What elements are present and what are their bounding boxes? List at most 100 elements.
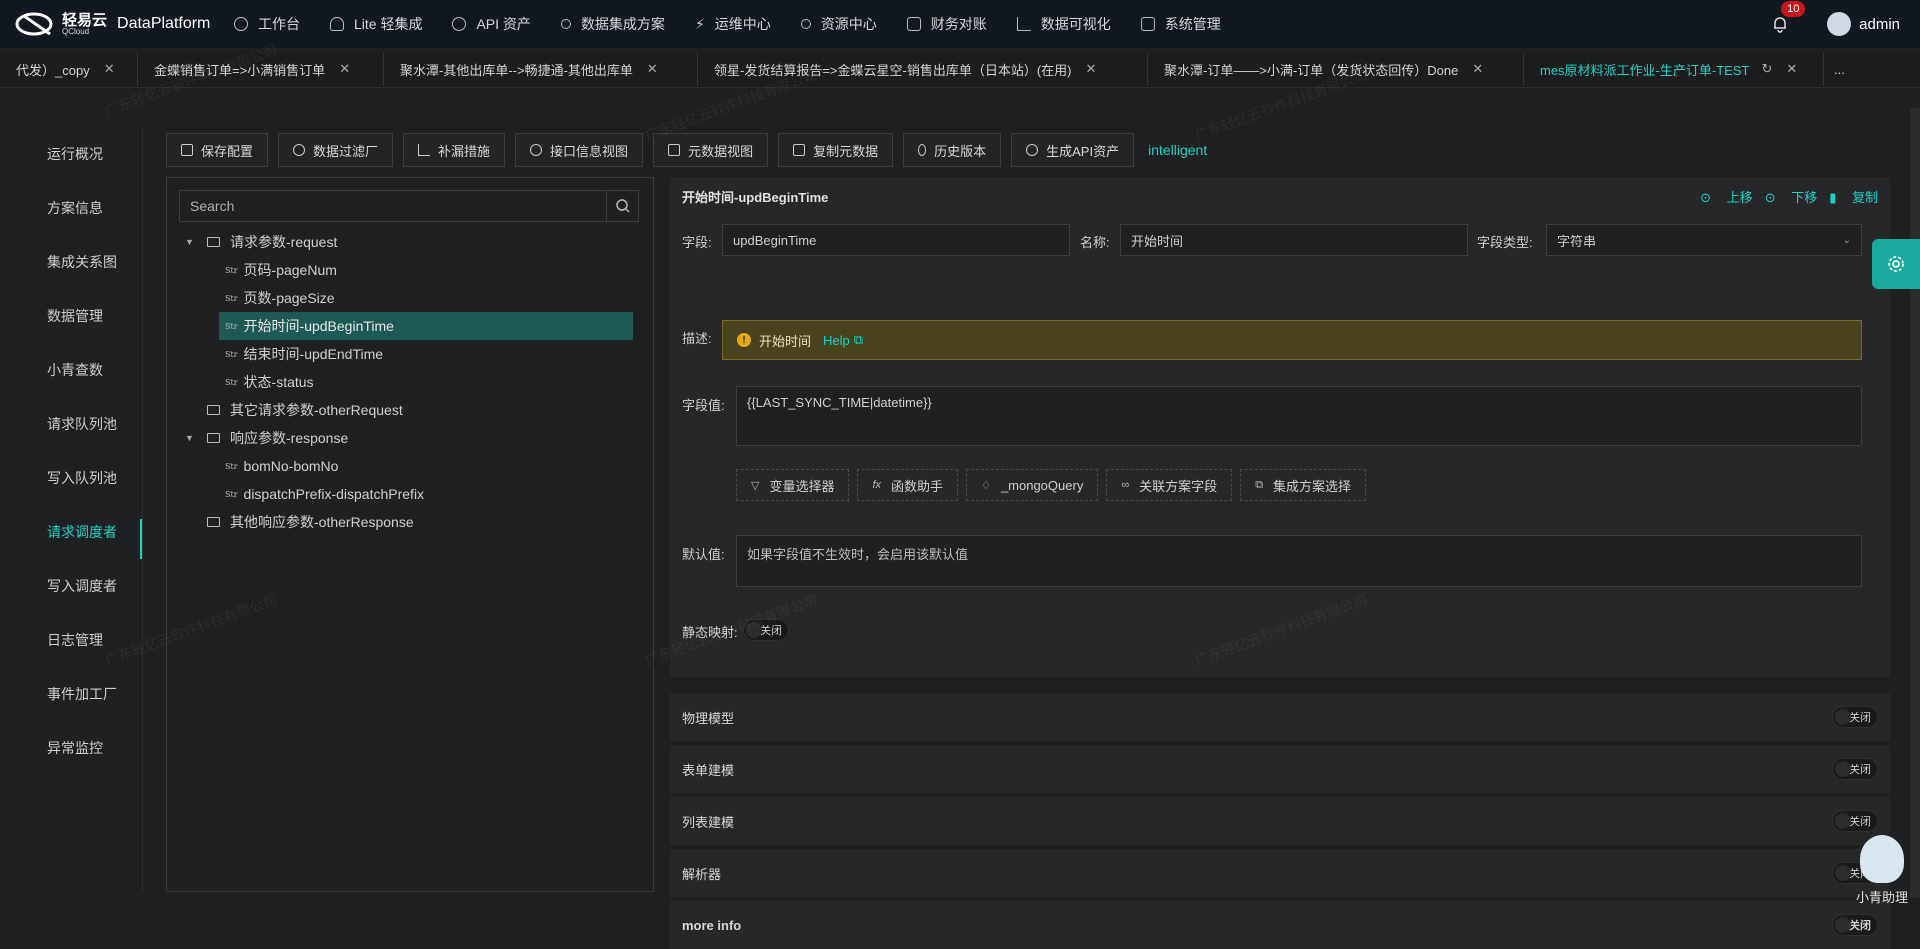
nav-item-workbench[interactable]: 工作台 (234, 14, 300, 34)
tabs-more-button[interactable]: ... (1824, 52, 1855, 86)
tree-node[interactable]: ▼ 响应参数-response (179, 424, 639, 452)
search-input[interactable] (180, 191, 606, 221)
type-select[interactable]: 字符串 ⌄ (1546, 224, 1862, 256)
default-value-textarea[interactable]: 如果字段值不生效时，会启用该默认值 (736, 535, 1862, 587)
share-icon (560, 19, 571, 29)
api-info-view-button[interactable]: 接口信息视图 (515, 133, 644, 167)
tree-node[interactable]: Str 结束时间-updEndTime (179, 340, 639, 368)
close-icon[interactable]: ✕ (1086, 61, 1097, 77)
link-plan-field-button[interactable]: ∞ 关联方案字段 (1106, 469, 1233, 501)
tab-item[interactable]: 金蝶销售订单=>小满销售订单 ✕ (138, 52, 384, 86)
function-helper-button[interactable]: fx 函数助手 (857, 469, 959, 501)
tree-node[interactable]: ▼ 请求参数-request (179, 228, 639, 256)
nav-item-system[interactable]: 系统管理 (1140, 14, 1221, 34)
close-icon[interactable]: ✕ (647, 61, 658, 77)
section-form-model[interactable]: 表单建模 关闭 (670, 745, 1890, 793)
caret-down-icon[interactable]: ▼ (185, 433, 195, 443)
sidebar-item-overview[interactable]: 运行概况 (0, 127, 142, 181)
sidebar-item-request-queue[interactable]: 请求队列池 (0, 397, 142, 451)
form-model-toggle[interactable]: 关闭 (1832, 758, 1878, 780)
history-version-button[interactable]: 历史版本 (903, 133, 1002, 167)
physical-model-toggle[interactable]: 关闭 (1832, 706, 1878, 728)
copy-button[interactable]: ▮ 复制 (1829, 187, 1878, 206)
page-scrollbar[interactable] (1910, 108, 1920, 898)
copy-metadata-button[interactable]: 复制元数据 (778, 133, 894, 167)
username[interactable]: admin (1859, 16, 1900, 33)
section-physical-model[interactable]: 物理模型 关闭 (670, 693, 1890, 741)
tab-active[interactable]: mes原材料派工作业-生产订单-TEST ↻ ✕ (1524, 52, 1824, 86)
integration-plan-picker-button[interactable]: ⧉ 集成方案选择 (1240, 469, 1367, 501)
static-mapping-toggle[interactable]: 关闭 (743, 619, 789, 641)
metadata-view-button[interactable]: 元数据视图 (653, 133, 769, 167)
tree-node[interactable]: Str 页码-pageNum (179, 256, 639, 284)
nav-item-visualization[interactable]: 数据可视化 (1016, 14, 1111, 34)
sidebar-item-data-management[interactable]: 数据管理 (0, 289, 142, 343)
field-value-textarea[interactable]: {{LAST_SYNC_TIME|datetime}} (736, 386, 1862, 446)
patch-measures-button[interactable]: 补漏措施 (403, 133, 506, 167)
move-down-button[interactable]: ⊙ 下移 (1765, 187, 1818, 206)
tree-node[interactable]: Str dispatchPrefix-dispatchPrefix (179, 480, 639, 508)
avatar[interactable] (1827, 12, 1852, 36)
tab-item[interactable]: 代发）_copy ✕ (0, 52, 138, 86)
help-link[interactable]: Help (823, 333, 850, 348)
nav-item-integration[interactable]: 数据集成方案 (560, 14, 665, 34)
nav-item-lite[interactable]: Lite 轻集成 (330, 14, 422, 34)
line-chart-icon (418, 144, 431, 156)
tab-item[interactable]: 聚水潭-订单——>小满-订单（发货状态回传）Done ✕ (1148, 52, 1524, 86)
sidebar-item-relation-graph[interactable]: 集成关系图 (0, 235, 142, 289)
nav-item-ops[interactable]: ⚡ 运维中心 (695, 14, 771, 34)
external-link-icon[interactable]: ⧉ (854, 332, 863, 348)
warning-icon: ! (737, 333, 751, 347)
sidebar-item-logs[interactable]: 日志管理 (0, 613, 142, 667)
section-more-info[interactable]: more info 关闭 (670, 901, 1890, 949)
logo-name: 轻易云 (62, 11, 108, 29)
list-model-toggle[interactable]: 关闭 (1832, 810, 1878, 832)
sidebar-item-write-queue[interactable]: 写入队列池 (0, 451, 142, 505)
close-icon[interactable]: ✕ (104, 61, 115, 77)
field-tree: ▼ 请求参数-request Str 页码-pageNum Str 页数-pageSi… (179, 228, 639, 536)
move-up-button[interactable]: ⊙ 上移 (1700, 187, 1753, 206)
caret-down-icon[interactable]: ▼ (185, 237, 195, 247)
sidebar-item-event-factory[interactable]: 事件加工厂 (0, 667, 142, 721)
tree-node[interactable]: 其他响应参数-otherResponse (179, 508, 639, 536)
close-icon[interactable]: ✕ (1472, 61, 1483, 77)
sidebar-item-exception-monitor[interactable]: 异常监控 (0, 721, 142, 775)
fx-icon: fx (872, 479, 882, 491)
intelligent-tag[interactable]: intelligent (1148, 142, 1207, 158)
tab-item[interactable]: 聚水潭-其他出库单-->畅捷通-其他出库单 ✕ (384, 52, 698, 86)
tree-node-selected[interactable]: Str 开始时间-updBeginTime (219, 312, 633, 340)
tree-node[interactable]: Str 状态-status (179, 368, 639, 396)
sidebar-item-request-scheduler[interactable]: 请求调度者 (0, 505, 142, 559)
variable-picker-button[interactable]: ▽ 变量选择器 (736, 469, 850, 501)
settings-float-button[interactable] (1872, 239, 1920, 289)
sidebar-item-query[interactable]: 小青查数 (0, 343, 142, 397)
name-input[interactable]: 开始时间 (1120, 224, 1468, 256)
tab-item[interactable]: 领星-发货结算报告=>金蝶云星空-销售出库单（日本站）(在用) ✕ (698, 52, 1148, 86)
nav-item-resources[interactable]: 资源中心 (800, 14, 877, 34)
refresh-icon[interactable]: ↻ (1761, 61, 1772, 77)
notification-bell[interactable]: 10 (1771, 1, 1806, 33)
tree-node[interactable]: 其它请求参数-otherRequest (179, 396, 639, 424)
field-input[interactable]: updBeginTime (722, 224, 1070, 256)
search-button[interactable] (606, 191, 638, 221)
assistant-widget[interactable]: 小青助理 (1852, 835, 1912, 906)
window-icon: ⧉ (1255, 478, 1264, 491)
folder-icon (207, 405, 220, 415)
logo-icon (15, 12, 53, 36)
mongo-query-button[interactable]: ♢ _mongoQuery (966, 469, 1099, 501)
tree-node[interactable]: Str 页数-pageSize (179, 284, 639, 312)
section-parser[interactable]: 解析器 关闭 (670, 849, 1890, 897)
sidebar-item-write-scheduler[interactable]: 写入调度者 (0, 559, 142, 613)
close-icon[interactable]: ✕ (1786, 61, 1797, 77)
sidebar-item-plan-info[interactable]: 方案信息 (0, 181, 142, 235)
save-config-button[interactable]: 保存配置 (166, 133, 269, 167)
close-icon[interactable]: ✕ (339, 61, 350, 77)
nav-item-finance[interactable]: 财务对账 (906, 14, 987, 34)
tree-node[interactable]: Str bomNo-bomNo (179, 452, 639, 480)
more-info-toggle[interactable]: 关闭 (1832, 914, 1878, 936)
generate-api-asset-button[interactable]: 生成API资产 (1011, 133, 1135, 167)
data-filter-button[interactable]: 数据过滤厂 (278, 133, 394, 167)
section-list-model[interactable]: 列表建模 关闭 (670, 797, 1890, 845)
nav-item-api-assets[interactable]: API 资产 (452, 14, 531, 34)
logo[interactable]: 轻易云 QCloud DataPlatform (14, 10, 234, 38)
